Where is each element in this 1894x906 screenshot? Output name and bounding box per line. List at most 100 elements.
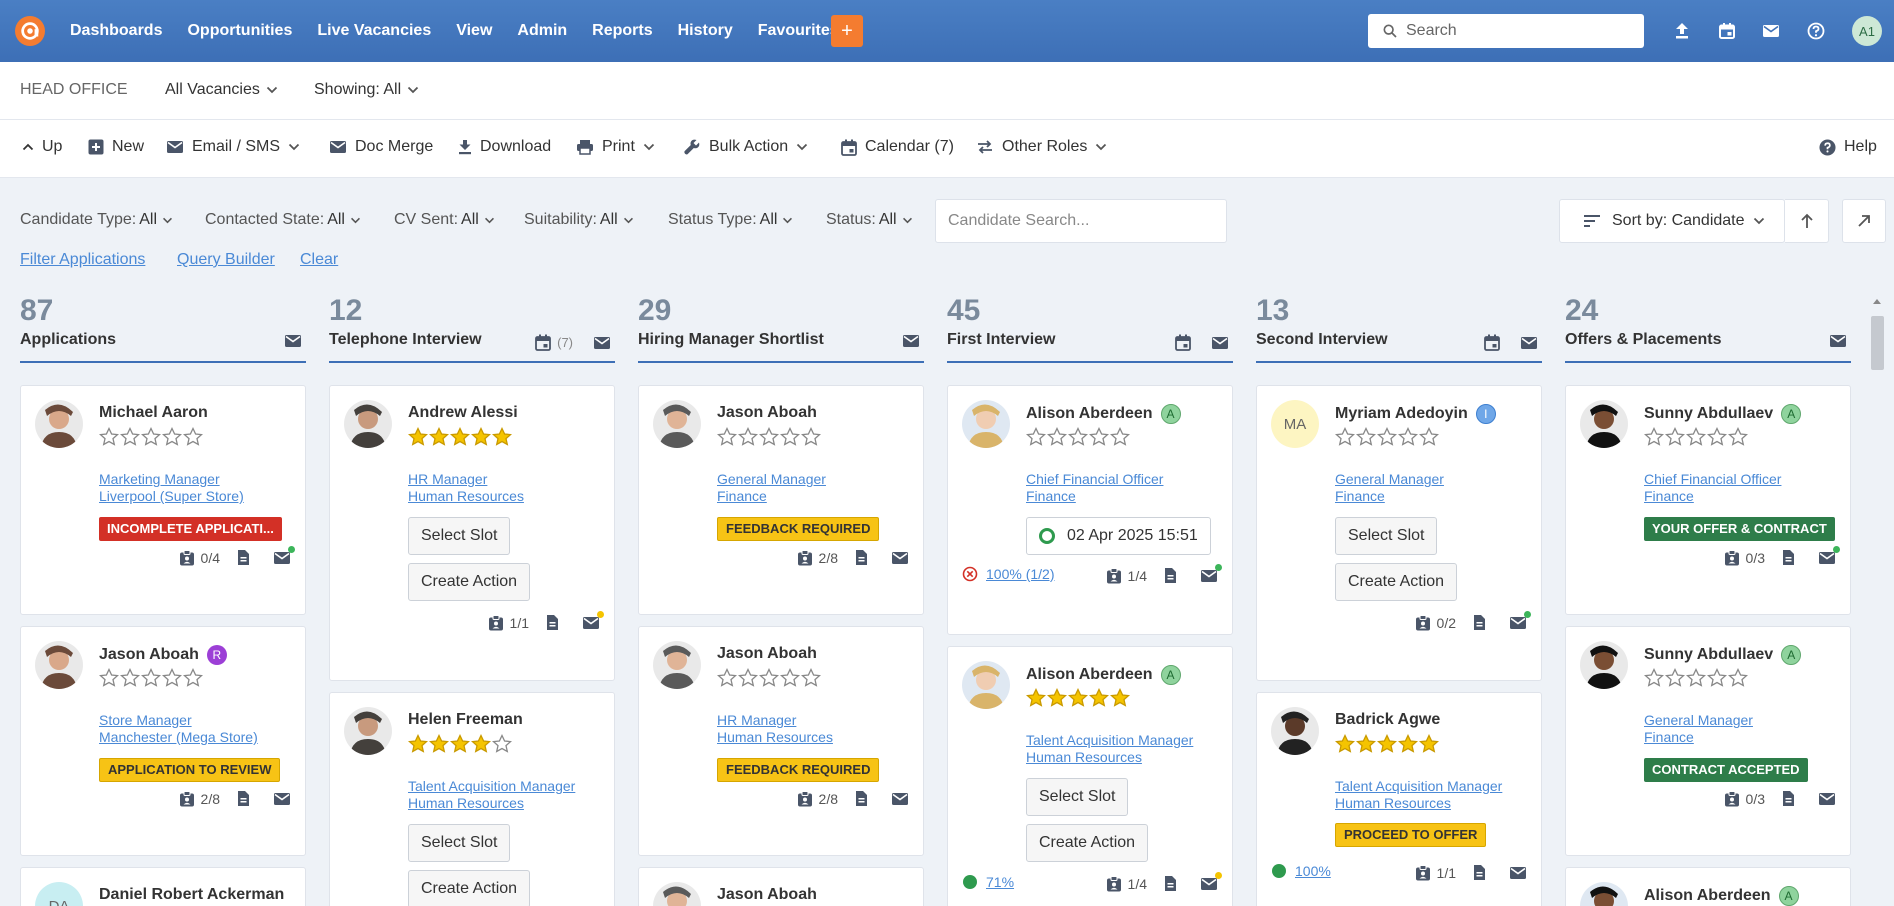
print-button[interactable]: Print xyxy=(576,138,655,156)
column-calendar-button[interactable] xyxy=(1476,334,1500,351)
user-avatar[interactable]: A1 xyxy=(1852,16,1882,46)
applications-count[interactable]: 1/4 xyxy=(1106,567,1147,584)
role-link[interactable]: Talent Acquisition Manager Human Resource… xyxy=(1335,778,1502,812)
role-link[interactable]: Chief Financial Officer Finance xyxy=(1644,471,1781,505)
role-link[interactable]: HR Manager Human Resources xyxy=(408,471,524,505)
search-input[interactable] xyxy=(1406,22,1626,40)
card-mail-button[interactable] xyxy=(1818,545,1840,565)
clear-link[interactable]: Clear xyxy=(300,251,338,269)
candidate-card[interactable]: Andrew Alessi HR Manager Human Resources Se… xyxy=(329,385,615,681)
mail-icon[interactable] xyxy=(1760,20,1782,42)
expand-button[interactable] xyxy=(1842,199,1886,243)
sort-dropdown[interactable]: Sort by: Candidate xyxy=(1559,199,1785,243)
candidate-card[interactable]: Michael Aaron Marketing Manager Liverpool … xyxy=(20,385,306,615)
card-mail-button[interactable] xyxy=(1200,871,1222,891)
card-mail-button[interactable] xyxy=(1509,610,1531,630)
role-link[interactable]: Store Manager Manchester (Mega Store) xyxy=(99,712,258,746)
candidate-name[interactable]: Jason Aboah xyxy=(717,886,817,904)
candidate-name[interactable]: Jason Aboah xyxy=(717,645,817,663)
create-action-button[interactable]: Create Action xyxy=(408,870,531,906)
star-rating[interactable] xyxy=(1335,734,1440,754)
calendar-icon[interactable] xyxy=(1716,20,1738,42)
other-roles-button[interactable]: Other Roles xyxy=(976,138,1107,156)
select-slot-button[interactable]: Select Slot xyxy=(1335,517,1438,555)
applications-count[interactable]: 2/8 xyxy=(179,790,220,807)
candidate-name[interactable]: Alison Aberdeen A xyxy=(1026,404,1181,424)
column-mail-button[interactable] xyxy=(1821,334,1847,348)
progress-indicator[interactable]: 71% xyxy=(962,874,1014,890)
create-action-button[interactable]: Create Action xyxy=(408,563,531,601)
applications-count[interactable]: 1/4 xyxy=(1106,875,1147,892)
column-mail-button[interactable] xyxy=(1203,336,1229,350)
email-sms-button[interactable]: Email / SMS xyxy=(166,138,300,156)
card-mail-button[interactable] xyxy=(1200,563,1222,583)
nav-opportunities[interactable]: Opportunities xyxy=(187,22,292,40)
applications-count[interactable]: 0/4 xyxy=(179,549,220,566)
role-link[interactable]: Talent Acquisition Manager Human Resource… xyxy=(408,778,575,812)
create-action-button[interactable]: Create Action xyxy=(1335,563,1458,601)
star-rating[interactable] xyxy=(717,427,822,447)
applications-count[interactable]: 0/3 xyxy=(1724,790,1765,807)
candidate-card[interactable]: Alison Aberdeen A xyxy=(1565,867,1851,906)
nav-view[interactable]: View xyxy=(456,22,492,40)
candidate-name[interactable]: Myriam Adedoyin I xyxy=(1335,404,1496,424)
documents-button[interactable] xyxy=(854,549,875,566)
vertical-scrollbar[interactable] xyxy=(1868,296,1886,906)
card-mail-button[interactable] xyxy=(1509,866,1527,880)
column-calendar-button[interactable] xyxy=(1167,334,1191,351)
applications-count[interactable]: 2/8 xyxy=(797,549,838,566)
upload-icon[interactable] xyxy=(1671,20,1693,42)
showing-dropdown[interactable]: Showing: All xyxy=(314,81,419,99)
select-slot-button[interactable]: Select Slot xyxy=(408,517,511,555)
calendar-button[interactable]: Calendar (7) xyxy=(841,138,954,156)
candidate-name[interactable]: Helen Freeman xyxy=(408,711,523,729)
column-mail-button[interactable] xyxy=(585,336,611,350)
candidate-card[interactable]: Jason Aboah xyxy=(638,867,924,906)
card-mail-button[interactable] xyxy=(273,792,291,806)
doc-merge-button[interactable]: Doc Merge xyxy=(329,138,433,156)
cv-sent-filter[interactable]: CV Sent: All xyxy=(394,211,495,229)
role-link[interactable]: Chief Financial Officer Finance xyxy=(1026,471,1163,505)
column-mail-button[interactable] xyxy=(1512,336,1538,350)
documents-button[interactable] xyxy=(1472,864,1493,881)
star-rating[interactable] xyxy=(1026,688,1131,708)
role-link[interactable]: Talent Acquisition Manager Human Resource… xyxy=(1026,732,1193,766)
applications-count[interactable]: 0/3 xyxy=(1724,549,1765,566)
candidate-card[interactable]: Alison Aberdeen A Talent Acquisition Manag… xyxy=(947,646,1233,906)
nav-live-vacancies[interactable]: Live Vacancies xyxy=(317,22,431,40)
candidate-card[interactable]: DA Daniel Robert Ackerman xyxy=(20,867,306,906)
role-link[interactable]: HR Manager Human Resources xyxy=(717,712,833,746)
select-slot-button[interactable]: Select Slot xyxy=(408,824,511,862)
column-mail-button[interactable] xyxy=(894,334,920,348)
documents-button[interactable] xyxy=(1163,875,1184,892)
nav-admin[interactable]: Admin xyxy=(517,22,567,40)
nav-dashboards[interactable]: Dashboards xyxy=(70,22,162,40)
candidate-name[interactable]: Andrew Alessi xyxy=(408,404,518,422)
card-mail-button[interactable] xyxy=(582,610,604,630)
help-button[interactable]: Help xyxy=(1819,138,1877,156)
candidate-card[interactable]: Helen Freeman Talent Acquisition Manager H… xyxy=(329,692,615,906)
candidate-card[interactable]: MA Myriam Adedoyin I General Manager Finance… xyxy=(1256,385,1542,681)
documents-button[interactable] xyxy=(545,614,566,631)
role-link[interactable]: General Manager Finance xyxy=(1335,471,1444,505)
scrollbar-thumb[interactable] xyxy=(1871,316,1884,370)
new-button[interactable]: New xyxy=(88,138,144,156)
star-rating[interactable] xyxy=(1644,427,1749,447)
candidate-card[interactable]: Alison Aberdeen A Chief Financial Officer F… xyxy=(947,385,1233,635)
up-button[interactable]: Up xyxy=(22,138,62,156)
candidate-card[interactable]: Sunny Abdullaev A General Manager Finance CO… xyxy=(1565,626,1851,856)
nav-favourites[interactable]: Favourites xyxy=(758,22,839,40)
interview-date-box[interactable]: 02 Apr 2025 15:51 xyxy=(1026,517,1211,555)
progress-indicator[interactable]: 100% (1/2) xyxy=(962,566,1054,582)
suitability-filter[interactable]: Suitability: All xyxy=(524,211,634,229)
star-rating[interactable] xyxy=(99,427,204,447)
app-logo[interactable] xyxy=(15,16,45,46)
candidate-card[interactable]: Jason Aboah HR Manager Human Resources FEED… xyxy=(638,626,924,856)
candidate-card[interactable]: Badrick Agwe Talent Acquisition Manager Hu… xyxy=(1256,692,1542,906)
card-mail-button[interactable] xyxy=(891,551,909,565)
candidate-card[interactable]: Jason Aboah R Store Manager Manchester (Meg… xyxy=(20,626,306,856)
documents-button[interactable] xyxy=(236,790,257,807)
applications-count[interactable]: 1/1 xyxy=(1415,864,1456,881)
status-type-filter[interactable]: Status Type: All xyxy=(668,211,793,229)
global-search[interactable] xyxy=(1368,14,1644,48)
